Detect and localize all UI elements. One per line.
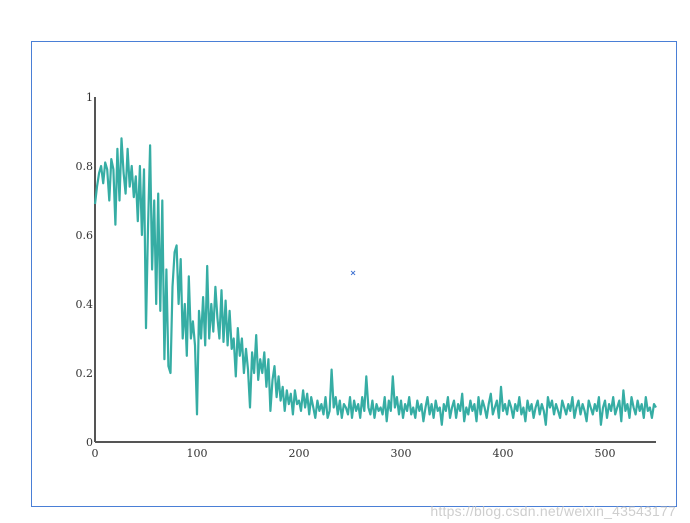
y-tick-label: 1 [86,91,93,104]
marker-x-icon [350,270,356,276]
x-tick-label: 100 [187,447,208,460]
series-group [93,137,657,426]
x-tick-label: 200 [289,447,310,460]
x-tick-label: 300 [391,447,412,460]
y-tick-label: 0.6 [76,229,94,242]
series-line [93,137,657,426]
x-tick-label: 500 [595,447,616,460]
annotations-group [350,270,356,276]
x-tick-label: 400 [493,447,514,460]
watermark-text: https://blog.csdn.net/weixin_43543177 [430,503,676,519]
y-tick-label: 0.4 [76,298,94,311]
y-tick-label: 0.8 [76,160,94,173]
y-tick-label: 0 [86,436,93,449]
chart-canvas: 0 100 200 300 400 50000.20.40.60.81 [76,91,657,460]
y-tick-label: 0.2 [76,367,94,380]
